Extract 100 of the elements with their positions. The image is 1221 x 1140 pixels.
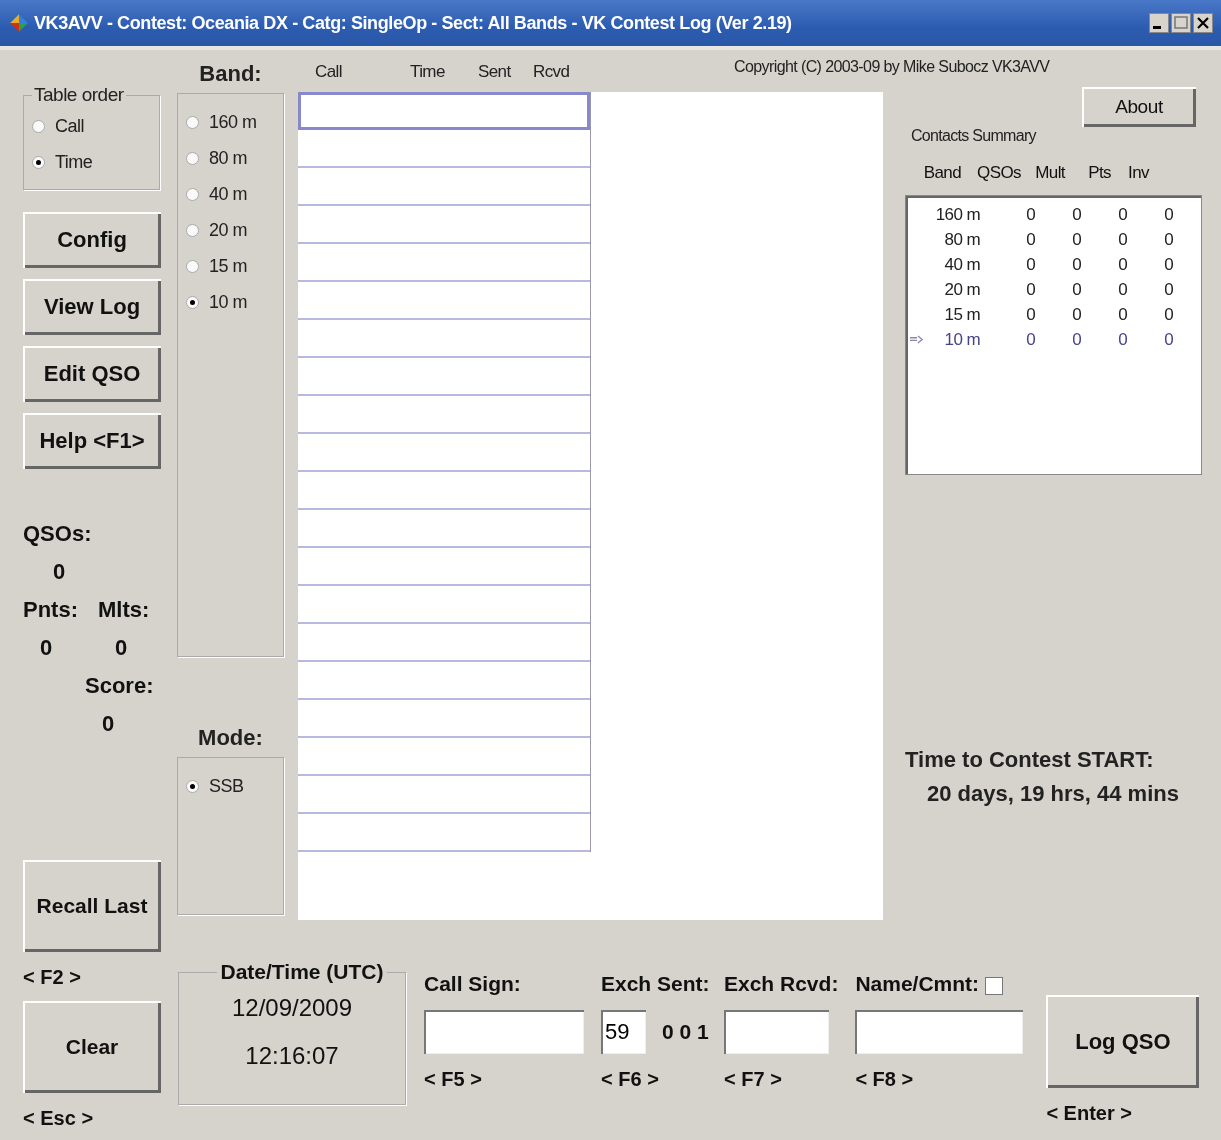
column-header: Time [410,62,445,82]
field-label: Call Sign: [424,972,522,997]
recall-last-button[interactable]: Recall Last [23,860,161,952]
table-cell-text: 0 [1071,304,1081,325]
window-title: VK3AVV - Contest: Oceania DX - Catg: SingleOp - Sect: All Bands - VK Contest Log (Ver 2.19) [34,12,792,34]
close-icon[interactable] [1193,13,1213,33]
radio-label: 160 m [209,111,257,133]
exch-sent-field[interactable]: 59 [601,1010,646,1054]
radio-label: Call [55,115,84,137]
table-cell-text: 0 [1071,329,1081,350]
table-cell-text: 80 m [943,229,980,250]
radio-button[interactable] [186,779,199,793]
table-cell-text: 0 [1163,229,1173,250]
table-cell-text: 0 [1025,304,1035,325]
checkbox[interactable] [985,977,1004,995]
hotkey-hint: < F2 > [23,966,81,989]
qsos-value: 0 [52,558,67,586]
mults-label: Mlts: [98,596,150,624]
radio-button[interactable] [186,259,199,273]
hotkey-hint: < F6 > [601,1068,660,1091]
field-label: Name/Cmnt: [855,972,980,997]
arrow-icon [910,335,924,344]
column-header: Rcvd [533,62,570,82]
column-header: Sent [478,62,511,82]
table-cell-text: 40 m [943,254,980,275]
radio-button[interactable] [32,119,45,133]
radio-button[interactable] [186,223,199,237]
copyright-text: Copyright (C) 2003-09 by Mike Subocz VK3AVV [734,58,1050,76]
score-label: Score: [85,672,154,700]
column-header: Band [922,163,961,183]
table-cell-text: 0 [1163,204,1173,225]
table-cell-text: 0 [1163,279,1173,300]
hotkey-hint: < F8 > [855,1068,915,1091]
table-cell-text: 20 m [943,279,980,300]
table-cell-text: 0 [1025,204,1035,225]
table-cell-text: 0 [1071,204,1081,225]
group-label: Table order [33,84,125,106]
hotkey-hint: < F7 > [724,1068,783,1091]
radio-label: 10 m [209,291,248,313]
about-button[interactable]: About [1082,87,1196,127]
group-label: Date/Time (UTC) [219,960,385,984]
table-cell-text: 0 [1025,254,1035,275]
table-cell-text: 0 [1163,304,1173,325]
table-cell-text: 0 [1071,254,1081,275]
table-cell-text: 10 m [943,329,980,350]
serial-number: 0 0 1 [662,1020,709,1044]
table-cell-text: 0 [1163,329,1173,350]
radio-button[interactable] [186,115,199,129]
radio-label: 80 m [209,147,248,169]
side-button[interactable]: Config [23,212,161,268]
radio-label: 15 m [209,255,248,277]
band-label: Band: [198,61,263,88]
countdown-title: Time to Contest START: [905,747,1155,773]
column-header: Mult [1034,163,1065,183]
mode-label: Mode: [197,725,264,752]
points-value: 0 [39,634,54,662]
points-label: Pnts: [23,596,78,624]
call-sign-field[interactable] [424,1010,584,1054]
mults-value: 0 [114,634,129,662]
radio-label: Time [55,151,93,173]
column-header: Call [315,62,342,82]
table-cell-text: 0 [1071,279,1081,300]
log-qso-button[interactable]: Log QSO [1046,995,1200,1088]
table-cell-text: 0 [1117,254,1127,275]
radio-button[interactable] [186,187,199,201]
log-row[interactable] [298,92,590,130]
column-header: Inv [1127,163,1149,183]
field-label: Exch Sent: [601,972,711,997]
table-cell-text: 0 [1071,229,1081,250]
qsos-label: QSOs: [23,520,93,548]
table-cell-text: 0 [1117,329,1127,350]
clear-button[interactable]: Clear [23,1001,161,1093]
table-cell-text: 15 m [943,304,980,325]
side-button[interactable]: View Log [23,279,161,335]
radio-button[interactable] [32,155,45,169]
table-cell-text: 0 [1025,229,1035,250]
minimize-icon[interactable] [1149,13,1169,33]
hotkey-hint: < Enter > [1046,1102,1133,1125]
table-cell-text: 160 m [934,204,980,225]
radio-label: 40 m [209,183,248,205]
radio-button[interactable] [186,151,199,165]
radio-label: 20 m [209,219,248,241]
table-cell-text: 0 [1163,254,1173,275]
table-cell-text: 0 [1117,304,1127,325]
column-header: QSOs [976,163,1021,183]
table-cell-text: 0 [1117,229,1127,250]
table-cell-text: 0 [1025,279,1035,300]
date-text: 12/09/2009 [230,993,354,1023]
name-comment-field[interactable] [855,1010,1024,1054]
score-value: 0 [101,710,116,738]
hotkey-hint: < Esc > [23,1107,94,1130]
table-cell-text: 0 [1025,329,1035,350]
radio-button[interactable] [186,295,199,309]
field-label: Exch Rcvd: [724,972,839,997]
table-cell-text: 0 [1117,204,1127,225]
time-text: 12:16:07 [244,1041,340,1071]
hotkey-hint: < F5 > [424,1068,483,1091]
side-button[interactable]: Help <F1> [23,413,161,469]
side-button[interactable]: Edit QSO [23,346,161,402]
exch-rcvd-field[interactable] [724,1010,829,1054]
